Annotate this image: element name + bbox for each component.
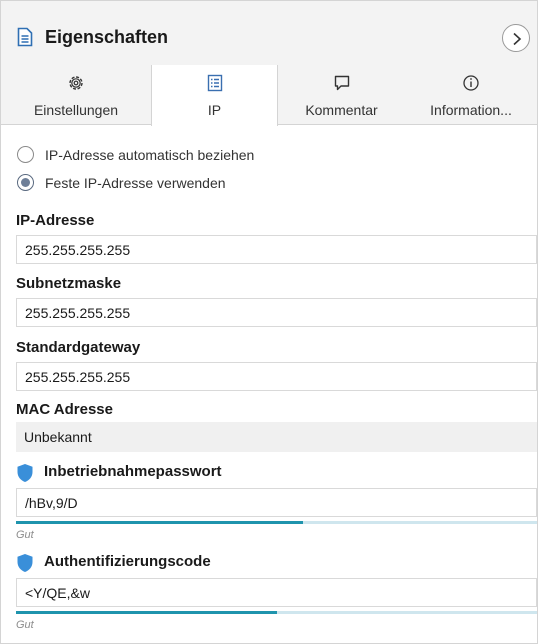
radio-static-ip[interactable]: Feste IP-Adresse verwenden	[17, 172, 317, 194]
gear-icon	[69, 76, 83, 90]
auth-code-strength-bar	[16, 611, 537, 614]
auth-code-label: Authentifizierungscode	[16, 552, 316, 574]
mac-address-value: Unbekannt	[16, 422, 537, 452]
password-strength-fill	[16, 521, 303, 524]
tab-bar: Einstellungen IP Kommentar Information..…	[1, 65, 537, 126]
tab-label: IP	[207, 102, 222, 118]
panel-title: Eigenschaften	[45, 27, 169, 47]
tab-label: Einstellungen	[33, 102, 119, 118]
shield-icon	[17, 554, 33, 572]
radio-label: IP-Adresse automatisch beziehen	[45, 147, 255, 163]
auth-code-strength-text: Gut	[16, 619, 34, 631]
gateway-input[interactable]	[16, 362, 537, 391]
subnet-mask-label: Subnetzmaske	[16, 275, 122, 292]
password-strength-text: Gut	[16, 529, 34, 541]
properties-panel: Eigenschaften Einstellungen IP Kommentar…	[0, 0, 538, 644]
auth-code-strength-fill	[16, 611, 277, 614]
panel-header: Eigenschaften	[1, 1, 537, 65]
commissioning-password-label-text: Inbetriebnahmepasswort	[44, 463, 222, 480]
tab-label: Information...	[430, 102, 512, 118]
comment-icon	[334, 75, 350, 91]
commissioning-password-label: Inbetriebnahmepasswort	[16, 462, 316, 484]
shield-icon	[17, 464, 33, 482]
document-icon	[17, 27, 33, 47]
gateway-label: Standardgateway	[16, 339, 141, 356]
auth-code-input[interactable]	[16, 578, 537, 607]
info-icon	[463, 75, 479, 91]
radio-label: Feste IP-Adresse verwenden	[45, 175, 226, 191]
subnet-mask-input[interactable]	[16, 298, 537, 327]
password-strength-bar	[16, 521, 537, 524]
commissioning-password-input[interactable]	[16, 488, 537, 517]
tab-information[interactable]: Information...	[405, 65, 537, 125]
list-icon	[207, 74, 223, 92]
tab-einstellungen[interactable]: Einstellungen	[1, 65, 151, 125]
radio-button[interactable]	[17, 174, 34, 191]
tab-label: Kommentar	[305, 102, 378, 118]
collapse-panel-button[interactable]	[502, 24, 530, 52]
radio-auto-ip[interactable]: IP-Adresse automatisch beziehen	[17, 144, 317, 166]
radio-button[interactable]	[17, 146, 34, 163]
chevron-right-icon	[513, 32, 522, 46]
tab-kommentar[interactable]: Kommentar	[278, 65, 405, 125]
ip-address-input[interactable]	[16, 235, 537, 264]
auth-code-label-text: Authentifizierungscode	[44, 553, 211, 570]
tab-ip[interactable]: IP	[151, 65, 278, 126]
mac-address-label: MAC Adresse	[16, 401, 113, 418]
ip-address-label: IP-Adresse	[16, 212, 95, 229]
